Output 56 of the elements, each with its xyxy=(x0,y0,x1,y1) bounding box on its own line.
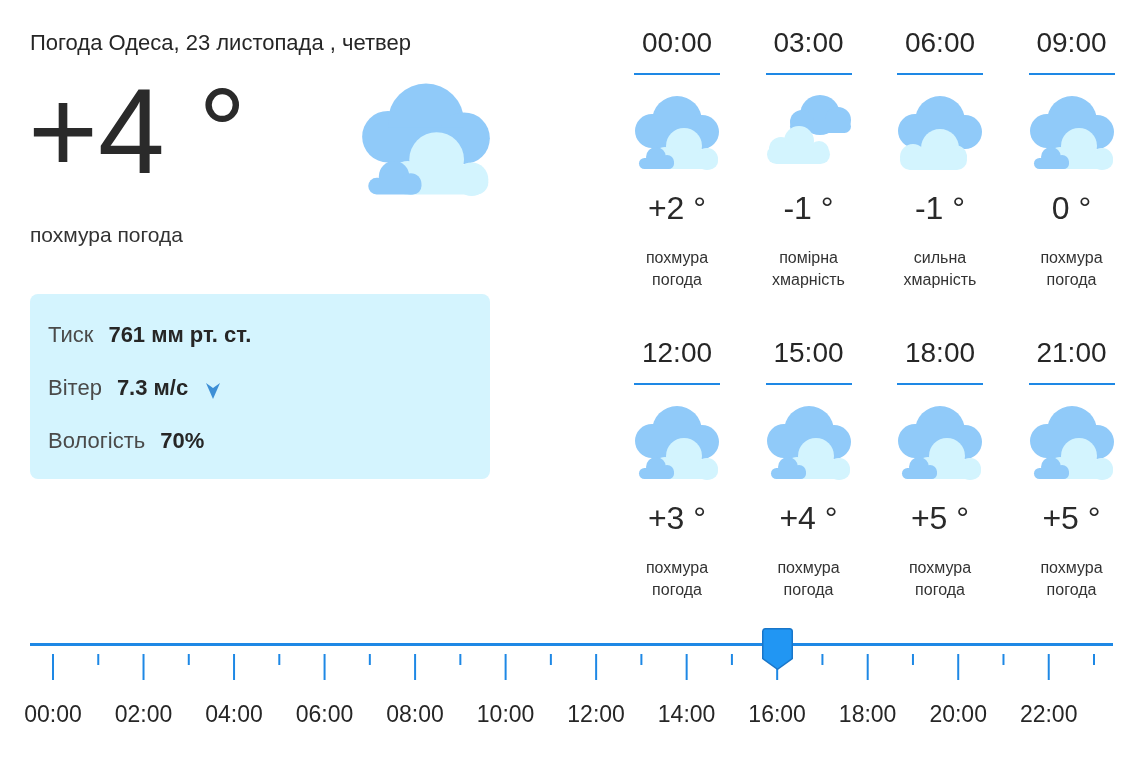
hour-time: 12:00 xyxy=(641,336,713,370)
time-label: 04:00 xyxy=(205,700,263,728)
hour-time: 18:00 xyxy=(904,336,976,370)
time-label: 02:00 xyxy=(114,700,173,728)
hour-time: 09:00 xyxy=(1036,26,1107,60)
condition-text: похмура погода xyxy=(30,222,183,248)
time-label: 08:00 xyxy=(386,700,444,728)
hour-time: 06:00 xyxy=(904,26,976,60)
detail-value: 7.3 м/с xyxy=(116,374,189,402)
clouds-icon xyxy=(766,405,851,480)
detail-value: 70% xyxy=(160,427,205,455)
hour-condition: сильна хмарність xyxy=(902,248,978,290)
time-label: 14:00 xyxy=(657,700,716,728)
hour-condition: похмура погода xyxy=(644,248,710,290)
hour-temperature: +2 ° xyxy=(647,189,707,228)
time-label: 12:00 xyxy=(567,700,625,728)
hour-temperature: 0 ° xyxy=(1051,189,1092,228)
hour-temperature: +3 ° xyxy=(647,499,707,538)
hour-condition: похмура погода xyxy=(907,558,973,600)
hour-condition: похмура погода xyxy=(644,558,710,600)
hour-temperature: +5 ° xyxy=(910,499,970,538)
clouds-icon xyxy=(766,95,851,164)
hour-time: 15:00 xyxy=(773,336,844,370)
time-label: 10:00 xyxy=(476,700,535,728)
detail-label: Вітер xyxy=(48,374,102,402)
detail-label: Тиск xyxy=(48,321,94,349)
clouds-icon xyxy=(635,95,719,170)
hour-time: 03:00 xyxy=(773,26,844,60)
hour-condition: похмура погода xyxy=(776,558,841,600)
clouds-icon xyxy=(362,82,490,196)
time-label: 22:00 xyxy=(1019,700,1078,728)
current-temperature: +4 ° xyxy=(28,71,247,191)
hour-time: 00:00 xyxy=(641,26,713,60)
clouds-icon xyxy=(1029,405,1114,480)
time-label: 00:00 xyxy=(24,700,82,728)
time-label: 16:00 xyxy=(748,700,806,728)
time-label: 20:00 xyxy=(929,700,987,728)
time-label: 18:00 xyxy=(838,700,897,728)
page-title: Погода Одеса, 23 листопада , четвер xyxy=(30,29,411,57)
hour-time: 21:00 xyxy=(1036,336,1107,370)
clouds-icon xyxy=(1029,95,1114,170)
detail-label: Вологість xyxy=(48,427,146,455)
detail-value: 761 мм рт. ст. xyxy=(108,321,252,349)
slider-thumb[interactable] xyxy=(761,628,793,670)
clouds-icon xyxy=(898,405,982,480)
time-label: 06:00 xyxy=(295,700,354,728)
hour-condition: похмура погода xyxy=(1039,248,1104,290)
clouds-icon xyxy=(635,405,719,480)
hour-temperature: +4 ° xyxy=(779,499,838,538)
hour-temperature: +5 ° xyxy=(1042,499,1101,538)
clouds-icon xyxy=(898,95,982,170)
hour-temperature: -1 ° xyxy=(783,189,834,228)
down-arrow-icon xyxy=(206,382,221,399)
hour-condition: похмура погода xyxy=(1039,558,1104,600)
hour-condition: помірна хмарність xyxy=(771,248,846,290)
hour-temperature: -1 ° xyxy=(914,189,966,228)
